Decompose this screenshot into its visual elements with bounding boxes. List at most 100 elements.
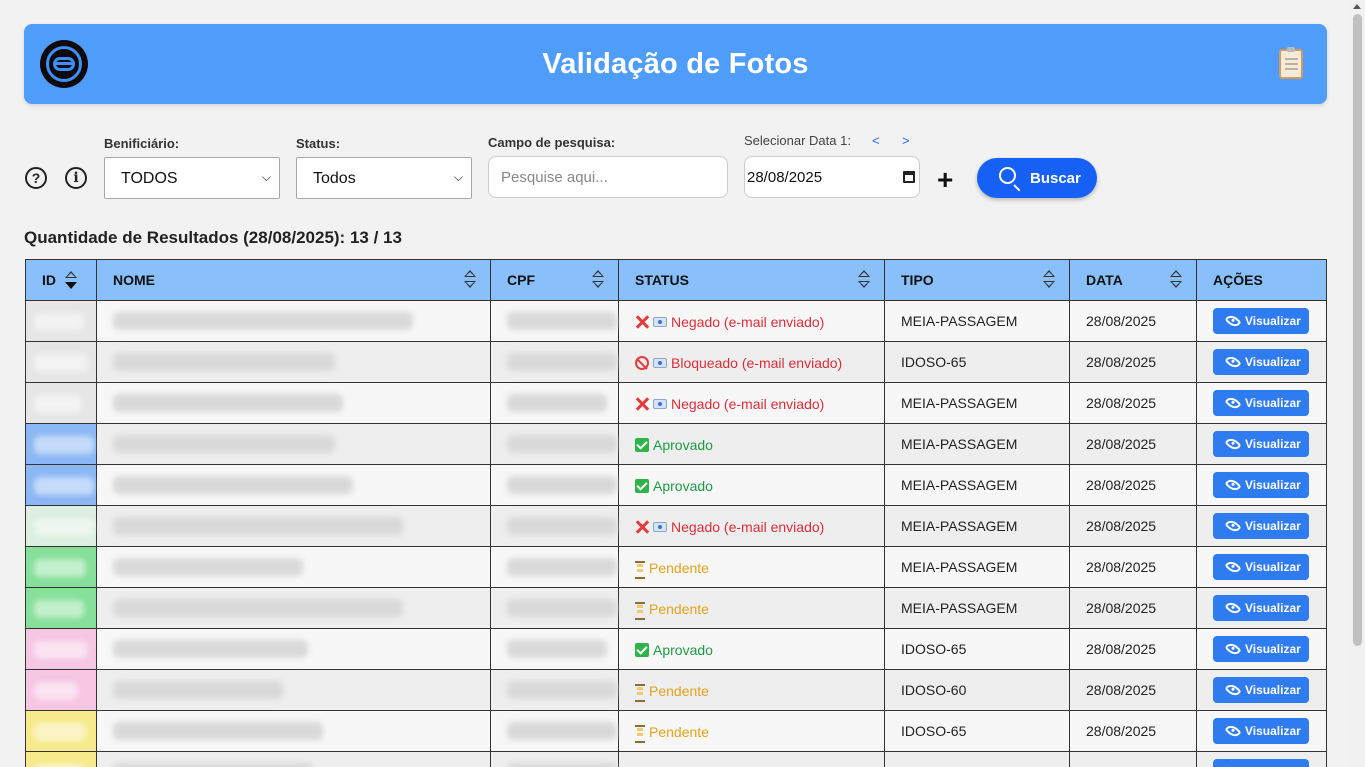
table-header-row: ID NOME CPF STATUS TIPO DATA AÇÕES <box>25 259 1327 301</box>
eye-icon <box>1224 640 1242 658</box>
calendar-icon[interactable] <box>903 171 915 183</box>
cpf-cell <box>490 587 619 629</box>
col-tipo[interactable]: TIPO <box>884 259 1070 301</box>
col-nome[interactable]: NOME <box>96 259 491 301</box>
visualizar-button[interactable]: Visualizar <box>1213 677 1309 703</box>
cpf-cell <box>490 300 619 342</box>
sort-icon[interactable] <box>1043 269 1055 291</box>
date-field[interactable]: 28/08/2025 <box>744 156 920 198</box>
id-cell <box>25 587 97 629</box>
redacted-id <box>34 723 86 741</box>
visualizar-button[interactable]: Visualizar <box>1213 595 1309 621</box>
redacted-cpf <box>507 312 617 330</box>
cpf-cell <box>490 628 619 670</box>
acoes-cell: Visualizar <box>1196 546 1327 588</box>
scroll-up-icon[interactable] <box>1353 4 1361 9</box>
cpf-cell <box>490 341 619 383</box>
redacted-id <box>34 477 94 495</box>
hourglass-icon <box>635 601 645 620</box>
redacted-name <box>113 763 313 767</box>
status-cell: Aprovado <box>618 423 885 465</box>
nome-cell <box>96 300 491 342</box>
status-text: Negado (e-mail enviado) <box>671 518 825 535</box>
hourglass-icon <box>635 724 645 743</box>
redacted-cpf <box>507 435 617 453</box>
id-cell <box>25 628 97 670</box>
status-text: Aprovado <box>653 641 713 658</box>
redacted-id <box>34 395 82 413</box>
table-row[interactable]: Pendente IDOSO-65 28/08/2025 Visualizar <box>25 710 1327 752</box>
redacted-id <box>34 682 78 700</box>
table-row[interactable]: Pendente MEIA-PASSAGEM 28/08/2025 Visualiza… <box>25 546 1327 588</box>
col-cpf[interactable]: CPF <box>490 259 619 301</box>
visualizar-button[interactable]: Visualizar <box>1213 636 1309 662</box>
redacted-name <box>113 435 335 453</box>
eye-icon <box>1224 558 1242 576</box>
sort-icon[interactable] <box>1170 269 1182 291</box>
status-cell: Negado (e-mail enviado) <box>618 505 885 547</box>
redacted-id <box>34 354 88 372</box>
checkmark-icon <box>635 642 649 657</box>
beneficiario-select[interactable]: TODOS ⌵ <box>104 157 280 199</box>
col-id[interactable]: ID <box>25 259 97 301</box>
status-text: Bloqueado (e-mail enviado) <box>671 354 843 371</box>
scrollbar-thumb[interactable] <box>1353 14 1362 646</box>
add-date-button[interactable]: + <box>937 164 953 196</box>
col-data[interactable]: DATA <box>1069 259 1197 301</box>
visualizar-button[interactable]: Visualizar <box>1213 759 1309 767</box>
sort-icon[interactable] <box>858 269 870 291</box>
tipo-cell <box>884 751 1070 767</box>
help-icon[interactable]: ? <box>25 167 47 189</box>
visualizar-button[interactable]: Visualizar <box>1213 308 1309 334</box>
redacted-cpf <box>507 681 617 699</box>
sort-desc-icon[interactable] <box>65 270 77 292</box>
table-row[interactable]: Visualizar <box>25 751 1327 767</box>
redacted-cpf <box>507 722 617 740</box>
status-text: Pendente <box>649 682 709 699</box>
visualizar-button[interactable]: Visualizar <box>1213 513 1309 539</box>
visualizar-button[interactable]: Visualizar <box>1213 554 1309 580</box>
table-row[interactable]: Pendente IDOSO-60 28/08/2025 Visualizar <box>25 669 1327 711</box>
info-icon[interactable]: i <box>65 167 87 189</box>
redacted-id <box>34 313 84 331</box>
visualizar-button[interactable]: Visualizar <box>1213 718 1309 744</box>
acoes-cell: Visualizar <box>1196 710 1327 752</box>
redacted-cpf <box>507 763 617 767</box>
date-prev-button[interactable]: < <box>872 133 880 148</box>
date-next-button[interactable]: > <box>902 133 910 148</box>
sort-icon[interactable] <box>464 269 476 291</box>
email-icon <box>653 521 667 532</box>
results-table: ID NOME CPF STATUS TIPO DATA AÇÕES Negad… <box>25 259 1327 767</box>
visualizar-button[interactable]: Visualizar <box>1213 472 1309 498</box>
acoes-cell: Visualizar <box>1196 341 1327 383</box>
col-status[interactable]: STATUS <box>618 259 885 301</box>
scrollbar[interactable] <box>1350 0 1365 767</box>
visualizar-button[interactable]: Visualizar <box>1213 390 1309 416</box>
redacted-cpf <box>507 599 617 617</box>
search-button[interactable]: Buscar <box>977 158 1097 198</box>
table-row[interactable]: Bloqueado (e-mail enviado) IDOSO-65 28/08/… <box>25 341 1327 383</box>
table-row[interactable]: Aprovado MEIA-PASSAGEM 28/08/2025 Visualiza… <box>25 423 1327 465</box>
page-header: Validação de Fotos <box>24 24 1327 104</box>
tipo-cell: MEIA-PASSAGEM <box>884 382 1070 424</box>
table-row[interactable]: Negado (e-mail enviado) MEIA-PASSAGEM 28/0… <box>25 505 1327 547</box>
table-row[interactable]: Aprovado MEIA-PASSAGEM 28/08/2025 Visualiza… <box>25 464 1327 506</box>
status-text: Negado (e-mail enviado) <box>671 313 825 330</box>
date-label: Selecionar Data 1: <box>744 133 851 148</box>
table-row[interactable]: Negado (e-mail enviado) MEIA-PASSAGEM 28/0… <box>25 382 1327 424</box>
sort-icon[interactable] <box>592 269 604 291</box>
table-row[interactable]: Negado (e-mail enviado) MEIA-PASSAGEM 28/0… <box>25 300 1327 342</box>
search-input[interactable]: Pesquise aqui... <box>488 156 728 198</box>
table-row[interactable]: Pendente MEIA-PASSAGEM 28/08/2025 Visualiza… <box>25 587 1327 629</box>
nome-cell <box>96 587 491 629</box>
visualizar-button[interactable]: Visualizar <box>1213 431 1309 457</box>
visualizar-label: Visualizar <box>1245 683 1301 697</box>
data-cell: 28/08/2025 <box>1069 628 1197 670</box>
data-cell: 28/08/2025 <box>1069 669 1197 711</box>
tipo-cell: MEIA-PASSAGEM <box>884 505 1070 547</box>
visualizar-button[interactable]: Visualizar <box>1213 349 1309 375</box>
status-select[interactable]: Todos ⌵ <box>296 157 472 199</box>
clipboard-icon[interactable] <box>1279 47 1303 79</box>
table-row[interactable]: Aprovado IDOSO-65 28/08/2025 Visualizar <box>25 628 1327 670</box>
redacted-cpf <box>507 558 617 576</box>
